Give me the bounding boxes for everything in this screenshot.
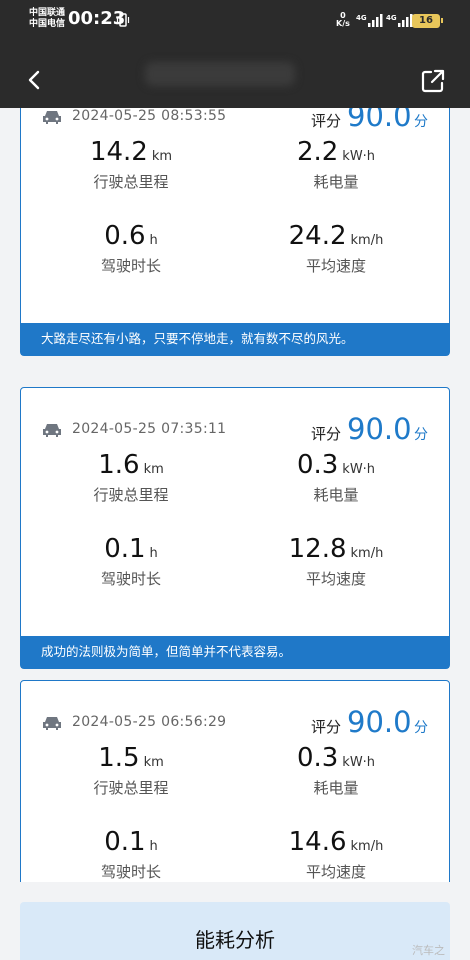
speed-label: 平均速度 (305, 257, 366, 275)
distance-metric: 1.5 km 行驶总里程 (31, 743, 231, 798)
score-value: 90.0 (347, 108, 412, 133)
energy-value: 2.2 (296, 137, 339, 167)
score-label: 评分 (311, 718, 342, 736)
page-title (145, 62, 295, 86)
speed-metric: 24.2 km/h 平均速度 (236, 221, 436, 276)
car-icon (43, 424, 61, 437)
watermark: 汽车之 (412, 944, 445, 957)
duration-label: 驾驶时长 (100, 570, 161, 588)
share-button[interactable] (420, 68, 446, 94)
score-unit: 分 (414, 720, 428, 736)
car-icon (43, 717, 61, 730)
net-type-2: 4G (386, 14, 397, 22)
trip-list[interactable]: 2024-05-25 08:53:55 评分 90.0 分 14.2 km 行驶总… (0, 108, 470, 882)
energy-metric: 0.3 kW·h 耗电量 (236, 450, 436, 505)
energy-unit: kW·h (342, 462, 376, 477)
net-speed: 0 K/s (336, 12, 350, 28)
energy-metric: 2.2 kW·h 耗电量 (236, 137, 436, 192)
energy-unit: kW·h (342, 755, 376, 770)
duration-unit: h (149, 839, 158, 854)
speed-value: 12.8 (288, 534, 347, 564)
trip-quote: 大路走尽还有小路，只要不停地走，就有数不尽的风光。 (21, 323, 449, 355)
distance-unit: km (143, 755, 164, 770)
duration-value: 0.1 (104, 827, 146, 857)
speed-unit: km/h (350, 233, 384, 248)
score-value: 90.0 (347, 705, 412, 739)
score-value: 90.0 (347, 412, 412, 446)
speed-metric: 12.8 km/h 平均速度 (236, 534, 436, 589)
energy-value: 0.3 (296, 450, 339, 480)
distance-label: 行驶总里程 (93, 173, 169, 191)
energy-value: 0.3 (296, 743, 339, 773)
score-label: 评分 (311, 112, 342, 130)
duration-metric: 0.1 h 驾驶时长 (31, 534, 231, 589)
energy-analysis-button[interactable]: 能耗分析 (20, 902, 450, 960)
net-speed-unit: K/s (336, 19, 350, 28)
carrier-2: 中国电信 (29, 19, 66, 29)
duration-metric: 0.6 h 驾驶时长 (31, 221, 231, 276)
trip-datetime: 2024-05-25 06:56:29 (72, 714, 227, 730)
score-label: 评分 (311, 425, 342, 443)
status-bar: 中国联通 中国电信 00:23 0 K/s 4G 4G 16 (0, 6, 470, 34)
carrier-1: 中国联通 (29, 8, 66, 18)
app-header: 中国联通 中国电信 00:23 0 K/s 4G 4G 16 (0, 0, 470, 108)
back-button[interactable] (24, 68, 44, 92)
speed-metric: 14.6 km/h 平均速度 (236, 827, 436, 882)
duration-label: 驾驶时长 (100, 257, 161, 275)
distance-label: 行驶总里程 (93, 779, 169, 797)
trip-card[interactable]: 2024-05-25 08:53:55 评分 90.0 分 14.2 km 行驶总… (20, 108, 450, 356)
distance-value: 1.5 (98, 743, 140, 773)
duration-unit: h (149, 233, 158, 248)
speed-value: 14.6 (288, 827, 347, 857)
trip-card[interactable]: 2024-05-25 06:56:29 评分 90.0 分 1.5 km 行驶总里… (20, 680, 450, 882)
carrier-info: 中国联通 中国电信 (29, 8, 65, 30)
distance-value: 1.6 (98, 450, 140, 480)
distance-label: 行驶总里程 (93, 486, 169, 504)
duration-label: 驾驶时长 (100, 863, 161, 881)
signal-icon: 4G (356, 14, 383, 27)
speed-value: 24.2 (288, 221, 347, 251)
speed-label: 平均速度 (305, 570, 366, 588)
distance-metric: 14.2 km 行驶总里程 (31, 137, 231, 192)
speed-label: 平均速度 (305, 863, 366, 881)
distance-unit: km (143, 462, 164, 477)
distance-unit: km (151, 149, 173, 164)
speed-unit: km/h (350, 546, 384, 561)
battery-icon: 16 (412, 14, 443, 28)
trip-datetime: 2024-05-25 07:35:11 (72, 421, 227, 437)
net-type-1: 4G (356, 14, 367, 22)
score-unit: 分 (414, 427, 428, 443)
energy-metric: 0.3 kW·h 耗电量 (236, 743, 436, 798)
energy-label: 耗电量 (313, 779, 359, 797)
duration-metric: 0.1 h 驾驶时长 (31, 827, 231, 882)
duration-value: 0.1 (104, 534, 146, 564)
trip-card[interactable]: 2024-05-25 07:35:11 评分 90.0 分 1.6 km 行驶总里… (20, 387, 450, 669)
car-icon (43, 111, 61, 124)
duration-unit: h (149, 546, 158, 561)
distance-metric: 1.6 km 行驶总里程 (31, 450, 231, 505)
trip-datetime: 2024-05-25 08:53:55 (72, 108, 227, 124)
score-unit: 分 (414, 114, 428, 130)
distance-value: 14.2 (89, 137, 148, 167)
trip-quote: 成功的法则极为简单，但简单并不代表容易。 (21, 636, 449, 668)
duration-value: 0.6 (104, 221, 146, 251)
energy-label: 耗电量 (313, 173, 359, 191)
energy-label: 耗电量 (313, 486, 359, 504)
vibrate-icon (116, 13, 130, 27)
energy-unit: kW·h (342, 149, 376, 164)
speed-unit: km/h (350, 839, 384, 854)
